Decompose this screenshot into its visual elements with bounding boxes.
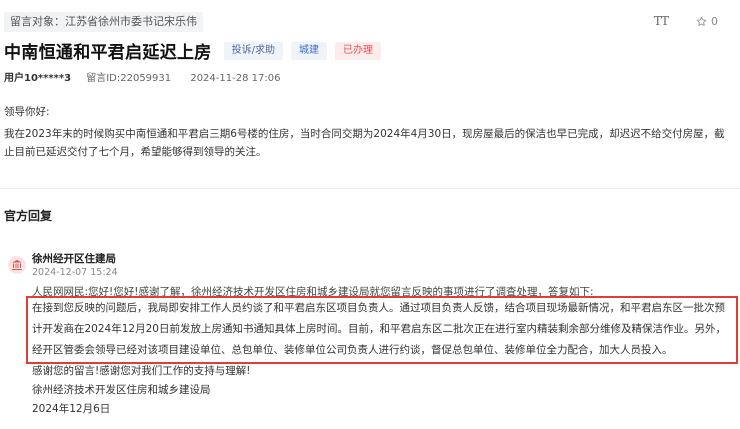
font-size-icon[interactable]: TT <box>654 14 669 28</box>
toolbar: TT 0 <box>654 14 718 28</box>
star-icon <box>696 16 707 26</box>
reply-date: 2024-12-07 15:24 <box>32 267 118 278</box>
message-body: 我在2023年末的时候购买中南恒通和平君启三期6号楼的住房，当时合同交期为202… <box>4 128 725 158</box>
divider <box>0 188 740 189</box>
message-target-tag: 留言对象：江苏省徐州市委书记宋乐伟 <box>4 12 203 32</box>
favorite-button[interactable]: 0 <box>696 15 718 28</box>
reply-highlight-text: 在接到您反映的问题后，我局即安排工作人员约谈了和平君启东区项目负责人。通过项目负… <box>32 302 726 356</box>
reply-section-title: 官方回复 <box>4 209 53 223</box>
message-content: 领导你好: 我在2023年末的时候购买中南恒通和平君启三期6号楼的住房，当时合同… <box>4 103 734 161</box>
type-tag: 投诉/求助 <box>223 41 283 60</box>
page-title: 中南恒通和平君启延迟上房 <box>4 43 212 63</box>
reply-signature: 徐州经济技术开发区住房和城乡建设局 <box>32 384 211 396</box>
category-tag: 城建 <box>290 41 327 60</box>
org-avatar <box>8 256 26 274</box>
message-greeting: 领导你好: <box>4 106 50 118</box>
government-building-icon <box>12 260 22 270</box>
title-row: 中南恒通和平君启延迟上房 投诉/求助 城建 已办理 <box>4 38 381 63</box>
reply-sign-date: 2024年12月6日 <box>32 403 111 415</box>
reply-closing: 感谢您的留言!感谢您对我们工作的支持与理解! 徐州经济技术开发区住房和城乡建设局… <box>32 363 250 418</box>
status-badge: 已办理 <box>334 41 381 60</box>
reply-thanks: 感谢您的留言!感谢您对我们工作的支持与理解! <box>32 365 251 377</box>
message-meta: 用户10*****3 留言ID:22059931 2024-11-28 17:0… <box>4 69 280 84</box>
user-name: 用户10*****3 <box>4 73 72 84</box>
favorite-count: 0 <box>711 14 718 28</box>
reply-org-name: 徐州经开区住建局 <box>32 253 116 265</box>
message-time: 2024-11-28 17:06 <box>190 73 281 84</box>
message-id: 留言ID:22059931 <box>86 73 172 84</box>
